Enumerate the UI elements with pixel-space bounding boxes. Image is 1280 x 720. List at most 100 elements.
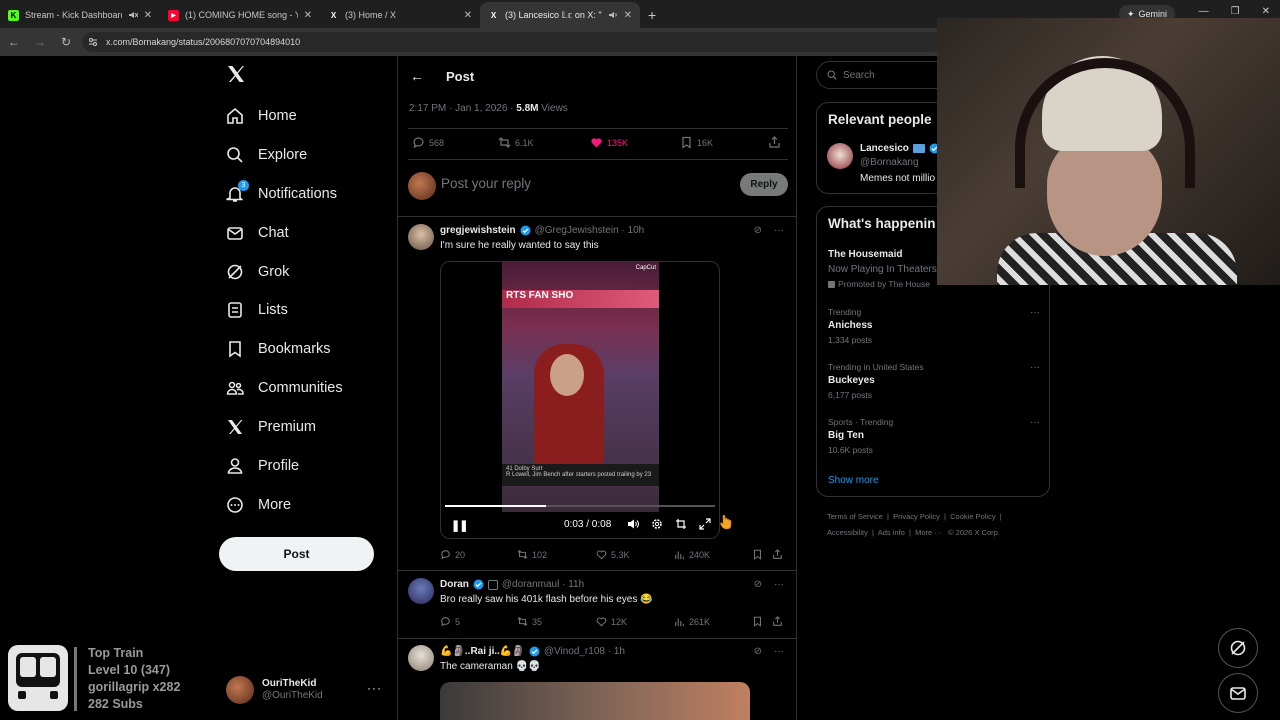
footer-link[interactable]: More ···	[915, 528, 942, 537]
trend-context: Sports · Trending	[828, 417, 894, 427]
video-progress-bar[interactable]	[445, 505, 715, 507]
messages-floating-button[interactable]	[1218, 673, 1258, 713]
forward-icon[interactable]: →	[28, 30, 52, 54]
author-name[interactable]: 💪🗿..Rai ji..💪🗿	[440, 646, 525, 657]
card-title: Relevant people	[828, 112, 932, 127]
settings-gear-icon[interactable]	[651, 518, 663, 530]
account-switcher[interactable]: OuriTheKid @OuriTheKid ···	[226, 673, 386, 707]
more-dots-icon[interactable]: ···	[1030, 362, 1040, 373]
avatar[interactable]	[408, 578, 434, 604]
author-name[interactable]: gregjewishstein	[440, 225, 516, 236]
mute-icon[interactable]	[128, 10, 138, 20]
nav-premium[interactable]: Premium	[226, 415, 316, 439]
footer-link[interactable]: Terms of Service	[827, 512, 883, 521]
search-icon	[227, 147, 243, 163]
more-dots-icon[interactable]: ···	[774, 225, 784, 236]
video-player[interactable]: RTS FAN SHO 41 Dolby Surr R Lowell, Jim …	[440, 261, 720, 539]
close-tab-icon[interactable]: ✕	[304, 10, 312, 21]
show-more-link[interactable]: Show more	[828, 475, 879, 486]
nav-lists[interactable]: Lists	[226, 298, 288, 322]
fullscreen-icon[interactable]	[699, 518, 711, 530]
speaker-icon[interactable]	[608, 10, 618, 20]
trend-item[interactable]: Sports · Trending Big Ten 10.6K posts ··…	[828, 417, 1040, 455]
trend-item[interactable]: Trending Anichess 1,334 posts ···	[828, 307, 1040, 345]
nav-home[interactable]: Home	[226, 104, 297, 128]
nav-communities[interactable]: Communities	[226, 376, 343, 400]
author-name[interactable]: Doran	[440, 579, 469, 590]
bookmark-action[interactable]	[752, 616, 763, 627]
repost-action[interactable]: 35	[517, 616, 542, 627]
site-info-icon[interactable]	[88, 37, 98, 47]
person-name[interactable]: Lancesico	[860, 143, 909, 154]
nav-grok[interactable]: Grok	[226, 260, 289, 284]
grok-explain-icon[interactable]: ⊘	[754, 646, 762, 657]
avatar[interactable]	[827, 143, 853, 169]
reply-count: 5	[455, 616, 461, 627]
avatar[interactable]	[408, 645, 434, 671]
nav-notifications[interactable]: 3 Notifications	[226, 180, 337, 206]
reply-button[interactable]: Reply	[740, 173, 788, 196]
bookmark-icon	[754, 549, 761, 560]
nav-profile[interactable]: Profile	[226, 454, 299, 478]
grok-explain-icon[interactable]: ⊘	[754, 579, 762, 590]
footer-link[interactable]: Ads info	[878, 528, 905, 537]
close-tab-icon[interactable]: ✕	[624, 10, 632, 21]
views-action[interactable]: 261K	[674, 616, 710, 627]
browser-tab-x-home[interactable]: X (3) Home / X ✕	[320, 2, 480, 28]
tweet-image[interactable]	[440, 682, 750, 720]
share-action[interactable]	[772, 616, 783, 627]
reply-action[interactable]: 568	[412, 136, 444, 149]
browser-tab-x-post[interactable]: X (3) Lancesico 𝕃𝕔 on X: "Bro o ✕	[480, 2, 640, 28]
views-action[interactable]: 240K	[674, 549, 710, 560]
close-tab-icon[interactable]: ✕	[464, 10, 472, 21]
trend-item[interactable]: Trending in United States Buckeyes 6,177…	[828, 362, 1040, 400]
share-action[interactable]	[768, 136, 781, 149]
close-window-icon[interactable]: ✕	[1262, 6, 1270, 17]
reply-action[interactable]: 20	[440, 549, 465, 560]
reply-input[interactable]: Post your reply	[441, 176, 531, 191]
notification-badge: 3	[238, 180, 249, 191]
grok-explain-icon[interactable]: ⊘	[754, 225, 762, 236]
reply-action[interactable]: 5	[440, 616, 460, 627]
browser-tab-youtube[interactable]: ▶ (1) COMING HOME song - YouT ✕	[160, 2, 320, 28]
page-title: Post	[446, 68, 475, 84]
back-icon[interactable]: ←	[2, 30, 26, 54]
footer-link[interactable]: Cookie Policy	[950, 512, 995, 521]
video-frame: RTS FAN SHO 41 Dolby Surr R Lowell, Jim …	[502, 262, 659, 512]
like-action[interactable]: 135K	[590, 136, 628, 149]
footer-link[interactable]: Accessibility	[827, 528, 868, 537]
more-dots-icon[interactable]: ···	[1030, 417, 1040, 428]
repost-action[interactable]: 6.1K	[498, 136, 534, 149]
address-bar[interactable]: x.com/Bornakang/status/20068070707048940…	[82, 32, 942, 52]
share-action[interactable]	[772, 549, 783, 560]
footer-link[interactable]: Privacy Policy	[893, 512, 940, 521]
post-button[interactable]: Post	[219, 537, 374, 571]
new-tab-button[interactable]: +	[648, 7, 656, 23]
nav-chat[interactable]: Chat	[226, 221, 289, 245]
browser-tab-kick[interactable]: K Stream - Kick Dashboard ✕	[0, 2, 160, 28]
close-tab-icon[interactable]: ✕	[144, 10, 152, 21]
reload-icon[interactable]: ↻	[54, 30, 78, 54]
grok-floating-button[interactable]	[1218, 628, 1258, 668]
nav-explore[interactable]: Explore	[226, 143, 307, 167]
maximize-icon[interactable]: ❐	[1231, 6, 1240, 17]
bookmark-action[interactable]	[752, 549, 763, 560]
more-dots-icon[interactable]: ···	[1030, 307, 1040, 318]
like-count: 12K	[611, 616, 628, 627]
bookmark-action[interactable]: 16K	[680, 136, 713, 149]
repost-action[interactable]: 102	[517, 549, 547, 560]
like-action[interactable]: 12K	[596, 616, 627, 627]
nav-bookmarks[interactable]: Bookmarks	[226, 337, 331, 361]
minimize-icon[interactable]: —	[1199, 6, 1209, 17]
avatar[interactable]	[408, 224, 434, 250]
volume-icon[interactable]	[627, 518, 639, 530]
pause-icon[interactable]: ❚❚	[451, 519, 468, 532]
x-logo-icon[interactable]	[226, 64, 246, 84]
more-dots-icon[interactable]: ···	[774, 646, 784, 657]
back-arrow-icon[interactable]: ←	[410, 68, 424, 84]
like-action[interactable]: 5.3K	[596, 549, 630, 560]
picture-in-picture-icon[interactable]	[675, 518, 687, 530]
nav-more[interactable]: More	[226, 493, 291, 517]
more-dots-icon[interactable]: ···	[774, 579, 784, 590]
more-dots-icon[interactable]: ···	[367, 681, 382, 695]
